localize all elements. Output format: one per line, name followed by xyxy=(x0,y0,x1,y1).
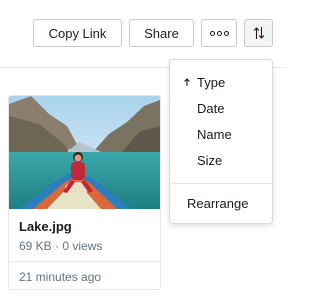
rearrange-label: Rearrange xyxy=(187,195,249,211)
file-card[interactable]: Lake.jpg 69 KB · 0 views 21 minutes ago xyxy=(8,95,161,290)
share-button[interactable]: Share xyxy=(129,19,194,47)
file-name[interactable]: Lake.jpg xyxy=(19,219,72,234)
sort-menu-item-date[interactable]: Date xyxy=(170,96,272,120)
sort-menu: Type Date Name Size Rearrange xyxy=(169,59,273,224)
share-label: Share xyxy=(144,25,179,41)
sort-menu-item-label: Date xyxy=(197,100,225,116)
card-divider xyxy=(9,261,160,262)
file-modified-time: 21 minutes ago xyxy=(19,270,102,284)
arrow-up-icon xyxy=(184,78,190,86)
rearrange-menu-item[interactable]: Rearrange xyxy=(170,191,272,215)
more-options-icon xyxy=(209,30,229,36)
more-options-button[interactable] xyxy=(201,19,237,47)
sort-arrows-icon xyxy=(253,27,264,39)
file-thumbnail[interactable] xyxy=(9,96,160,209)
sort-menu-item-size[interactable]: Size xyxy=(170,148,272,172)
sort-menu-item-label: Type xyxy=(197,74,226,90)
copy-link-button[interactable]: Copy Link xyxy=(33,19,122,47)
sort-button[interactable] xyxy=(244,19,273,47)
sort-menu-item-label: Size xyxy=(197,152,223,168)
sort-menu-item-type[interactable]: Type xyxy=(170,70,272,94)
sort-menu-item-label: Name xyxy=(197,126,232,142)
copy-link-label: Copy Link xyxy=(48,25,107,41)
sort-menu-item-name[interactable]: Name xyxy=(170,122,272,146)
file-meta: 69 KB · 0 views xyxy=(19,239,103,253)
menu-divider xyxy=(170,183,272,184)
page: Copy Link Share Lake.jpg 69 KB · 0 views… xyxy=(0,0,285,300)
toolbar: Copy Link Share xyxy=(0,0,285,68)
